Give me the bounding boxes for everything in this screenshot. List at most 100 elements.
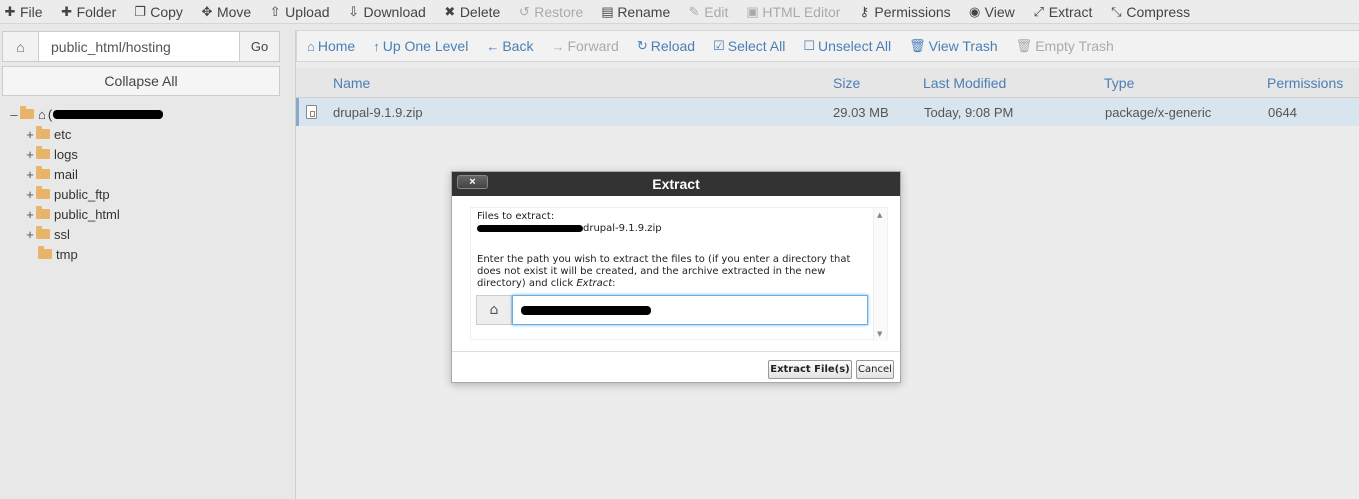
tree-item-mail[interactable]: + mail bbox=[8, 164, 278, 184]
column-last-modified[interactable]: Last Modified bbox=[923, 75, 1006, 91]
redacted-block bbox=[477, 224, 583, 232]
tree-item-tmp[interactable]: tmp bbox=[8, 244, 278, 264]
scroll-up-icon[interactable]: ▲ bbox=[877, 211, 882, 219]
upload-button[interactable]: ⇧ Upload bbox=[269, 4, 330, 20]
expand-icon[interactable]: + bbox=[24, 147, 36, 162]
view-button[interactable]: ◉ View bbox=[969, 4, 1015, 20]
new-folder-button[interactable]: ✚ Folder bbox=[61, 4, 116, 20]
close-icon: × bbox=[469, 176, 476, 188]
arrow-right-icon: → bbox=[551, 38, 565, 54]
rename-icon: ▤ bbox=[601, 3, 614, 19]
files-to-extract-label: Files to extract: bbox=[477, 211, 555, 222]
rename-button[interactable]: ▤ Rename bbox=[601, 4, 670, 20]
forward-button[interactable]: → Forward bbox=[551, 38, 618, 54]
move-button[interactable]: ✥ Move bbox=[201, 4, 251, 20]
file-size: 29.03 MB bbox=[833, 105, 889, 120]
new-file-button[interactable]: ✚ File bbox=[4, 4, 43, 20]
delete-icon: ✖ bbox=[444, 3, 456, 19]
column-type[interactable]: Type bbox=[1104, 75, 1134, 91]
reload-icon: ↻ bbox=[636, 38, 648, 53]
copy-button[interactable]: ❐ Copy bbox=[134, 4, 183, 20]
cancel-button[interactable]: Cancel bbox=[856, 360, 894, 379]
scroll-down-icon[interactable]: ▼ bbox=[877, 330, 882, 338]
extract-button[interactable]: ⤢ Extract bbox=[1033, 4, 1093, 20]
column-size[interactable]: Size bbox=[833, 75, 860, 91]
home-icon: ⌂ bbox=[476, 295, 512, 325]
expand-icon[interactable]: + bbox=[24, 127, 36, 142]
tree-item-logs[interactable]: + logs bbox=[8, 144, 278, 164]
dialog-title: Extract bbox=[652, 176, 700, 192]
folder-icon bbox=[36, 206, 50, 219]
extract-files-button[interactable]: Extract File(s) bbox=[768, 360, 852, 379]
folder-icon bbox=[38, 246, 52, 259]
tree-item-ssl[interactable]: + ssl bbox=[8, 224, 278, 244]
compress-icon: ⤡ bbox=[1111, 3, 1122, 19]
close-button[interactable]: × bbox=[457, 175, 488, 189]
redacted-block bbox=[521, 306, 651, 315]
tree-item-etc[interactable]: + etc bbox=[8, 124, 278, 144]
file-name: drupal-9.1.9.zip bbox=[333, 105, 423, 120]
file-permissions: 0644 bbox=[1268, 105, 1297, 120]
folder-icon bbox=[36, 226, 50, 239]
back-button[interactable]: ← Back bbox=[486, 38, 533, 54]
expand-icon[interactable]: + bbox=[24, 187, 36, 202]
extract-path-input[interactable] bbox=[512, 295, 868, 325]
home-icon: ⌂ bbox=[38, 106, 46, 122]
up-one-level-button[interactable]: ↑ Up One Level bbox=[373, 38, 468, 54]
expand-icon[interactable]: + bbox=[24, 227, 36, 242]
zip-file-icon bbox=[306, 105, 317, 119]
trash-icon: 🗑 bbox=[1015, 38, 1033, 53]
folder-icon bbox=[36, 166, 50, 179]
expand-icon[interactable]: + bbox=[24, 207, 36, 222]
key-icon: ⚷ bbox=[859, 3, 870, 19]
home-icon[interactable]: ⌂ bbox=[3, 32, 39, 61]
restore-icon: ↺ bbox=[518, 3, 530, 19]
trash-icon: 🗑 bbox=[909, 38, 926, 53]
extract-dialog: × Extract Files to extract: drupal-9.1.9… bbox=[451, 171, 901, 383]
permissions-button[interactable]: ⚷ Permissions bbox=[858, 3, 951, 20]
dialog-footer: Extract File(s) Cancel bbox=[452, 351, 900, 383]
empty-trash-button[interactable]: 🗑 Empty Trash bbox=[1016, 38, 1114, 54]
tree-item-public-ftp[interactable]: + public_ftp bbox=[8, 184, 278, 204]
eye-icon: ◉ bbox=[969, 3, 981, 19]
extract-path-row: ⌂ bbox=[476, 295, 868, 325]
file-type: package/x-generic bbox=[1105, 105, 1212, 120]
left-panel: ⌂ Go Collapse All – ⌂ ( +etc +logs +mail… bbox=[0, 24, 286, 499]
instruction-text: Enter the path you wish to extract the f… bbox=[477, 254, 851, 289]
reload-button[interactable]: ↻ Reload bbox=[637, 38, 695, 54]
tree-root[interactable]: – ⌂ ( bbox=[8, 104, 278, 124]
unselect-all-button[interactable]: ☐ Unselect All bbox=[803, 38, 891, 54]
column-permissions[interactable]: Permissions bbox=[1267, 75, 1343, 91]
folder-icon bbox=[36, 126, 50, 139]
dialog-header: × Extract bbox=[452, 172, 900, 196]
dialog-scrollbar[interactable]: ▲ ▼ bbox=[873, 208, 887, 341]
table-row[interactable]: drupal-9.1.9.zip 29.03 MB Today, 9:08 PM… bbox=[296, 98, 1359, 126]
restore-button[interactable]: ↺ Restore bbox=[518, 4, 583, 20]
dialog-body: Files to extract: drupal-9.1.9.zip Enter… bbox=[470, 207, 888, 341]
view-trash-button[interactable]: 🗑 View Trash bbox=[909, 38, 998, 54]
home-button[interactable]: ⌂ Home bbox=[307, 38, 355, 54]
download-button[interactable]: ⇩ Download bbox=[348, 4, 426, 20]
column-name[interactable]: Name bbox=[333, 75, 370, 91]
file-name: drupal-9.1.9.zip bbox=[583, 223, 662, 234]
collapse-all-button[interactable]: Collapse All bbox=[2, 66, 280, 96]
extract-icon: ⤢ bbox=[1033, 3, 1044, 19]
html-editor-button[interactable]: ▣ HTML Editor bbox=[746, 4, 840, 20]
edit-button[interactable]: ✎ Edit bbox=[688, 4, 729, 20]
select-all-button[interactable]: ☑ Select All bbox=[713, 38, 785, 54]
table-header: Name Size Last Modified Type Permissions bbox=[296, 68, 1359, 98]
compress-button[interactable]: ⤡ Compress bbox=[1110, 4, 1190, 20]
delete-button[interactable]: ✖ Delete bbox=[444, 4, 500, 20]
path-input[interactable] bbox=[39, 32, 239, 61]
expand-icon[interactable]: + bbox=[24, 167, 36, 182]
folder-tree: – ⌂ ( + etc + logs + mail + public_ftp + publ… bbox=[8, 104, 278, 264]
folder-icon bbox=[36, 186, 50, 199]
folder-open-icon bbox=[20, 106, 34, 119]
go-button[interactable]: Go bbox=[239, 32, 279, 61]
checkbox-checked-icon: ☑ bbox=[713, 38, 725, 53]
collapse-icon[interactable]: – bbox=[8, 107, 20, 122]
html-editor-icon: ▣ bbox=[746, 3, 759, 19]
download-icon: ⇩ bbox=[348, 3, 359, 19]
tree-item-public-html[interactable]: + public_html bbox=[8, 204, 278, 224]
path-bar: ⌂ Go bbox=[2, 31, 280, 62]
